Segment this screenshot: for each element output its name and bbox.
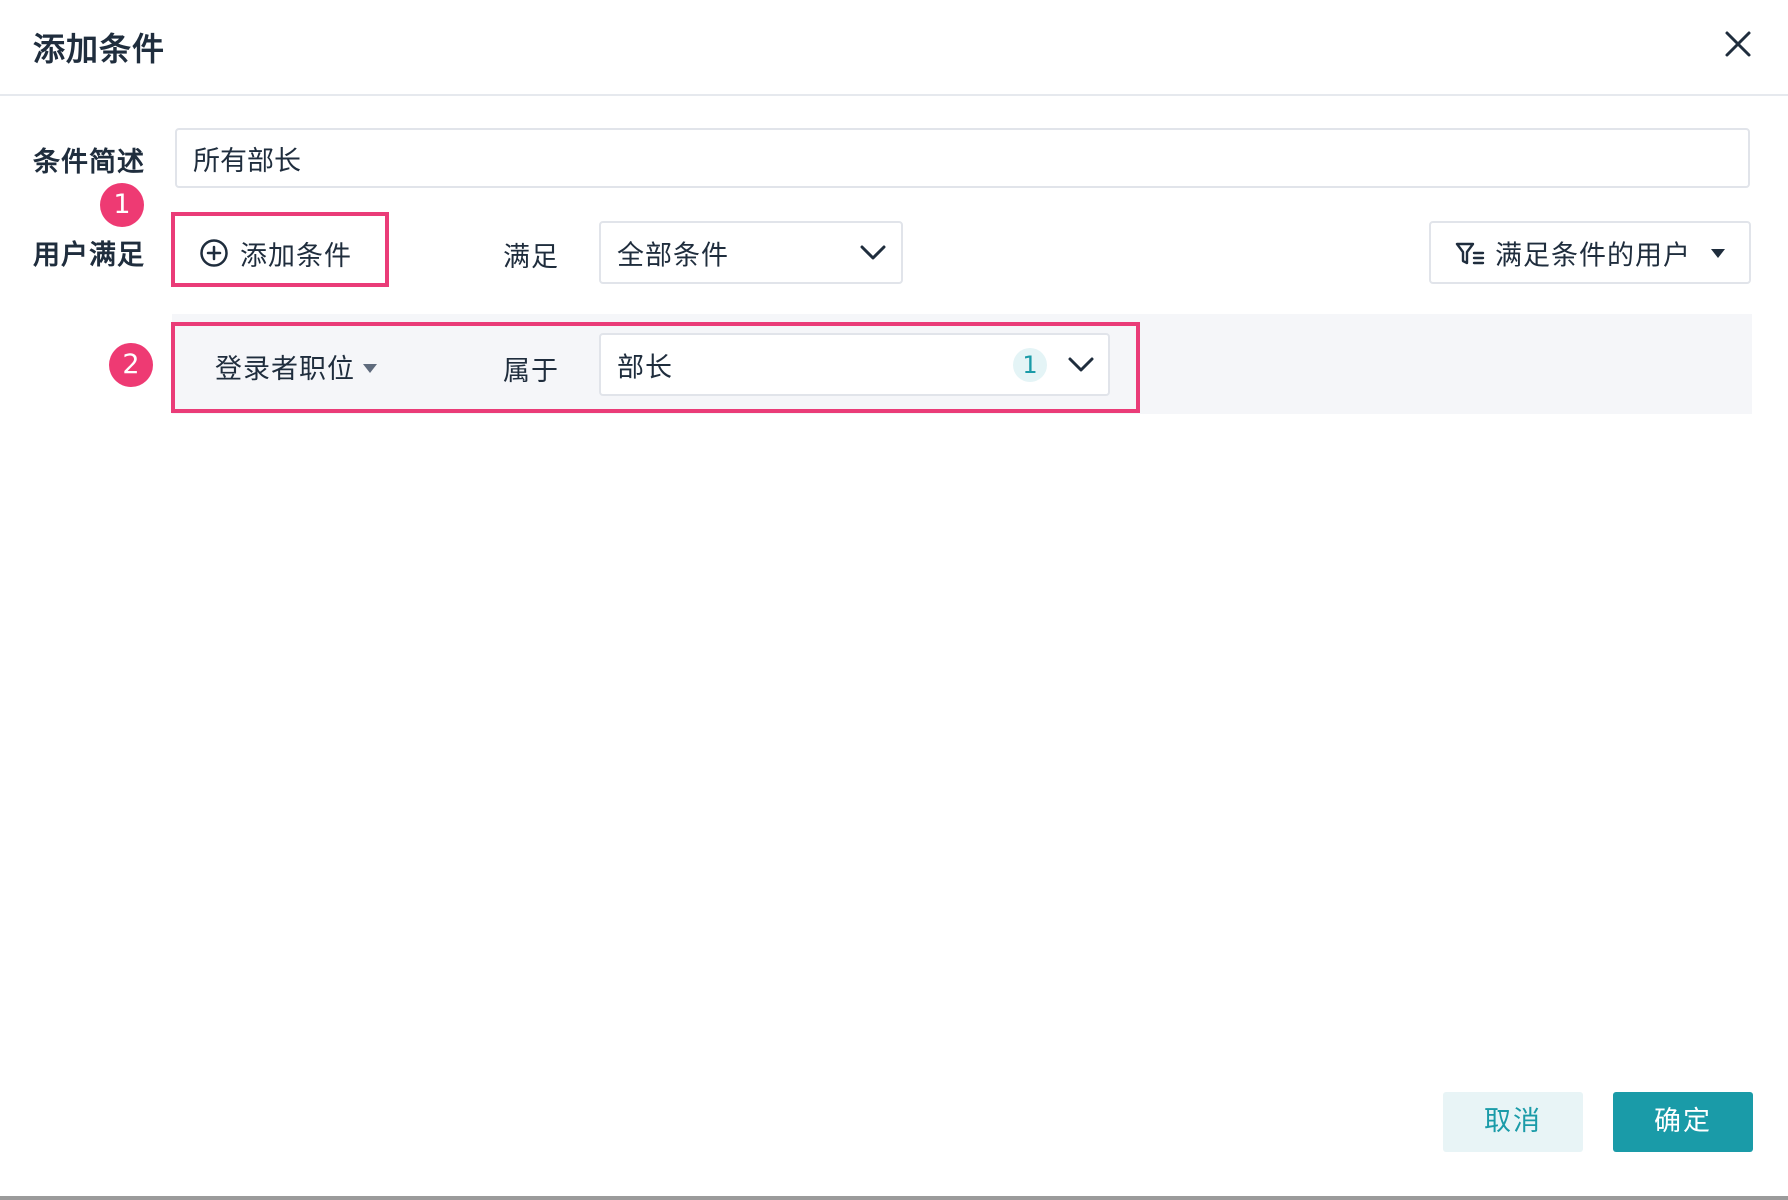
confirm-button[interactable]: 确定: [1613, 1092, 1753, 1152]
caret-down-icon: [363, 363, 377, 373]
match-label: 满足: [503, 242, 559, 273]
filter-users-label: 满足条件的用户: [1495, 240, 1691, 271]
cancel-button[interactable]: 取消: [1443, 1092, 1583, 1152]
close-button[interactable]: [1718, 24, 1758, 64]
description-label: 条件简述: [33, 147, 145, 178]
condition-field-select[interactable]: 登录者职位: [215, 346, 377, 386]
chevron-down-icon: [860, 245, 886, 259]
description-input[interactable]: [175, 128, 1750, 188]
annotation-marker-2: 2: [109, 343, 153, 387]
selected-count-badge: 1: [1013, 348, 1047, 382]
match-mode-select[interactable]: 全部条件: [599, 221, 903, 284]
chevron-down-icon: [1068, 357, 1094, 371]
match-mode-value: 全部条件: [617, 240, 729, 271]
users-match-label: 用户满足: [33, 240, 145, 271]
close-icon: [1725, 31, 1751, 57]
dialog-header: 添加条件: [0, 0, 1788, 96]
add-condition-dialog: 添加条件 条件简述 1 用户满足 添加条件 满足 全部条件: [0, 0, 1788, 1200]
caret-down-icon: [1711, 249, 1725, 258]
condition-operator-label: 属于: [503, 356, 559, 387]
plus-circle-icon: [200, 239, 228, 267]
condition-field-label: 登录者职位: [215, 353, 355, 385]
add-condition-label: 添加条件: [240, 240, 352, 272]
annotation-marker-1: 1: [100, 183, 144, 227]
condition-value: 部长: [617, 352, 673, 383]
filter-icon: [1455, 242, 1485, 265]
add-condition-button[interactable]: 添加条件: [180, 220, 380, 286]
dialog-title: 添加条件: [33, 30, 166, 68]
filter-users-button[interactable]: 满足条件的用户: [1429, 221, 1751, 284]
